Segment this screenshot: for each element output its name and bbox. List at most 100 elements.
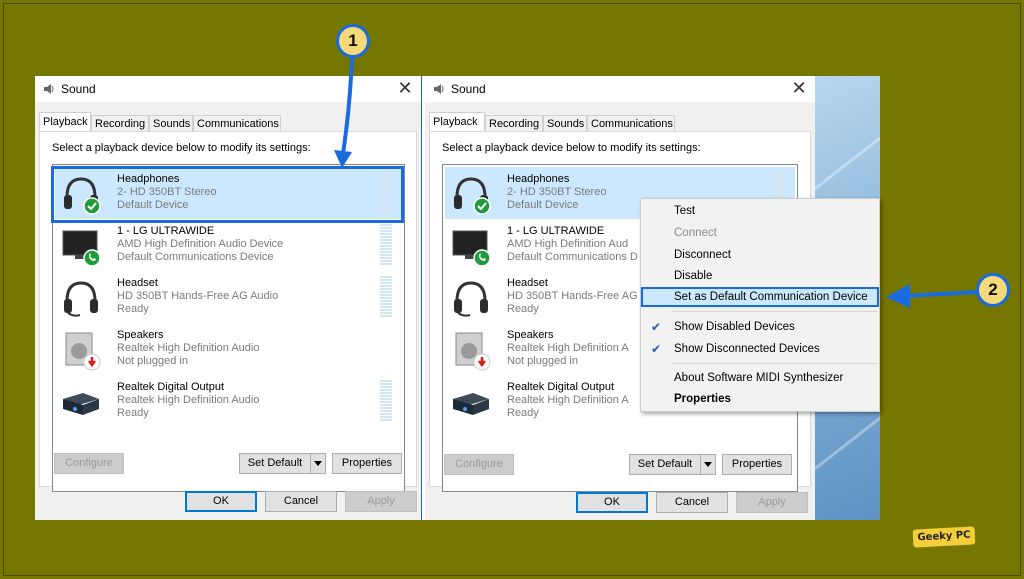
- device-status: Default Device: [117, 199, 189, 211]
- checkmark-icon: ✔: [651, 342, 662, 356]
- step-1-badge: 1: [336, 24, 370, 58]
- set-default-button[interactable]: Set Default: [629, 454, 701, 475]
- ok-button[interactable]: OK: [576, 492, 648, 513]
- close-icon[interactable]: ✕: [395, 78, 415, 99]
- window-title: Sound: [61, 82, 96, 96]
- set-default-dropdown[interactable]: [700, 454, 716, 475]
- menu-separator: [671, 363, 877, 364]
- device-list[interactable]: Headphones 2- HD 350BT Stereo Default De…: [52, 164, 405, 492]
- menu-item-set-default-communication[interactable]: Set as Default Communication Device: [641, 287, 879, 307]
- title-bar: Sound ✕: [35, 76, 421, 102]
- device-description: Realtek High Definition A: [507, 342, 629, 354]
- phone-badge-icon: [473, 249, 491, 267]
- list-item[interactable]: Speakers Realtek High Definition Audio N…: [55, 323, 402, 375]
- step-2-badge: 2: [976, 273, 1010, 307]
- volume-meter: [380, 380, 392, 422]
- volume-meter: [380, 224, 392, 266]
- apply-button[interactable]: Apply: [736, 492, 808, 513]
- ok-button[interactable]: OK: [185, 491, 257, 512]
- list-item[interactable]: Realtek Digital Output Realtek High Defi…: [55, 375, 402, 427]
- speaker-app-icon: [44, 84, 54, 94]
- device-name: Headset: [117, 277, 158, 289]
- tab-communications[interactable]: Communications: [587, 115, 675, 131]
- headphones-icon: [454, 177, 491, 215]
- menu-item-disable[interactable]: Disable: [641, 266, 879, 286]
- device-name: 1 - LG ULTRAWIDE: [507, 225, 605, 237]
- device-description: AMD High Definition Audio Device: [117, 238, 284, 250]
- watermark-logo: Geeky PC: [912, 526, 976, 548]
- menu-item-show-disabled[interactable]: ✔ Show Disabled Devices: [641, 317, 879, 337]
- menu-item-properties[interactable]: Properties: [641, 389, 879, 409]
- menu-item-connect: Connect: [674, 227, 717, 239]
- device-description: Realtek High Definition Audio: [117, 394, 260, 406]
- list-item[interactable]: Headset HD 350BT Hands-Free AG Audio Rea…: [55, 271, 402, 323]
- device-description: HD 350BT Hands-Free AG Audio: [117, 290, 279, 302]
- device-name: Headphones: [507, 173, 570, 185]
- instruction-text: Select a playback device below to modify…: [442, 142, 701, 154]
- checkmark-icon: ✔: [651, 320, 662, 334]
- chevron-down-icon: [704, 462, 712, 467]
- tab-communications[interactable]: Communications: [193, 115, 281, 131]
- device-status: Not plugged in: [117, 355, 188, 367]
- tab-recording[interactable]: Recording: [91, 115, 149, 131]
- device-status: Ready: [117, 303, 149, 315]
- tab-sounds[interactable]: Sounds: [149, 115, 193, 131]
- device-name: Speakers: [507, 329, 554, 341]
- speaker-icon: [455, 332, 491, 371]
- close-icon[interactable]: ✕: [789, 78, 809, 99]
- phone-badge-icon: [83, 249, 101, 267]
- apply-button[interactable]: Apply: [345, 491, 417, 512]
- check-badge-icon: [83, 197, 101, 215]
- volume-meter: [380, 276, 392, 318]
- context-menu: Test Connect Disconnect Disable Set as D…: [640, 198, 880, 412]
- device-description: Realtek High Definition Audio: [117, 342, 260, 354]
- headphones-icon: [64, 177, 101, 215]
- device-name: Headset: [507, 277, 548, 289]
- speaker-app-icon: [434, 84, 444, 94]
- device-description: HD 350BT Hands-Free AG: [507, 290, 638, 302]
- set-default-dropdown[interactable]: [310, 453, 326, 474]
- device-description: AMD High Definition Aud: [507, 238, 629, 250]
- device-description: Realtek High Definition A: [507, 394, 629, 406]
- list-item[interactable]: 1 - LG ULTRAWIDE AMD High Definition Aud…: [55, 219, 402, 271]
- properties-button[interactable]: Properties: [332, 453, 402, 474]
- volume-meter: [380, 172, 392, 214]
- device-name: Realtek Digital Output: [117, 381, 224, 393]
- digital-output-icon: [453, 393, 489, 415]
- digital-output-icon: [63, 393, 99, 415]
- device-name: Realtek Digital Output: [507, 381, 614, 393]
- tab-playback[interactable]: Playback: [39, 112, 91, 132]
- menu-item-about-midi[interactable]: About Software MIDI Synthesizer: [641, 368, 879, 388]
- device-status: Not plugged in: [507, 355, 578, 367]
- set-default-button[interactable]: Set Default: [239, 453, 311, 474]
- device-status: Default Communications D: [507, 251, 638, 263]
- menu-separator: [671, 311, 877, 312]
- playback-tab-page: Select a playback device below to modify…: [39, 131, 417, 492]
- tab-playback[interactable]: Playback: [429, 112, 485, 132]
- instruction-text: Select a playback device below to modify…: [52, 142, 311, 154]
- headset-icon: [64, 281, 98, 317]
- window-title: Sound: [451, 82, 486, 96]
- cancel-button[interactable]: Cancel: [656, 492, 728, 513]
- menu-item-disconnect[interactable]: Disconnect: [641, 245, 879, 265]
- menu-item-test[interactable]: Test: [641, 201, 879, 221]
- device-status: Ready: [507, 303, 539, 315]
- device-name: Headphones: [117, 173, 180, 185]
- monitor-icon: [452, 230, 491, 267]
- tab-recording[interactable]: Recording: [485, 115, 543, 131]
- monitor-icon: [62, 230, 101, 267]
- device-status: Default Device: [507, 199, 579, 211]
- device-name: 1 - LG ULTRAWIDE: [117, 225, 215, 237]
- menu-item-show-disconnected[interactable]: ✔ Show Disconnected Devices: [641, 339, 879, 359]
- list-item[interactable]: Headphones 2- HD 350BT Stereo Default De…: [55, 167, 402, 219]
- device-status: Default Communications Device: [117, 251, 274, 263]
- tab-sounds[interactable]: Sounds: [543, 115, 587, 131]
- headset-icon: [454, 281, 488, 317]
- chevron-down-icon: [314, 461, 322, 466]
- properties-button[interactable]: Properties: [722, 454, 792, 475]
- device-description: 2- HD 350BT Stereo: [117, 186, 217, 198]
- configure-button[interactable]: Configure: [54, 453, 124, 474]
- cancel-button[interactable]: Cancel: [265, 491, 337, 512]
- configure-button[interactable]: Configure: [444, 454, 514, 475]
- check-badge-icon: [473, 197, 491, 215]
